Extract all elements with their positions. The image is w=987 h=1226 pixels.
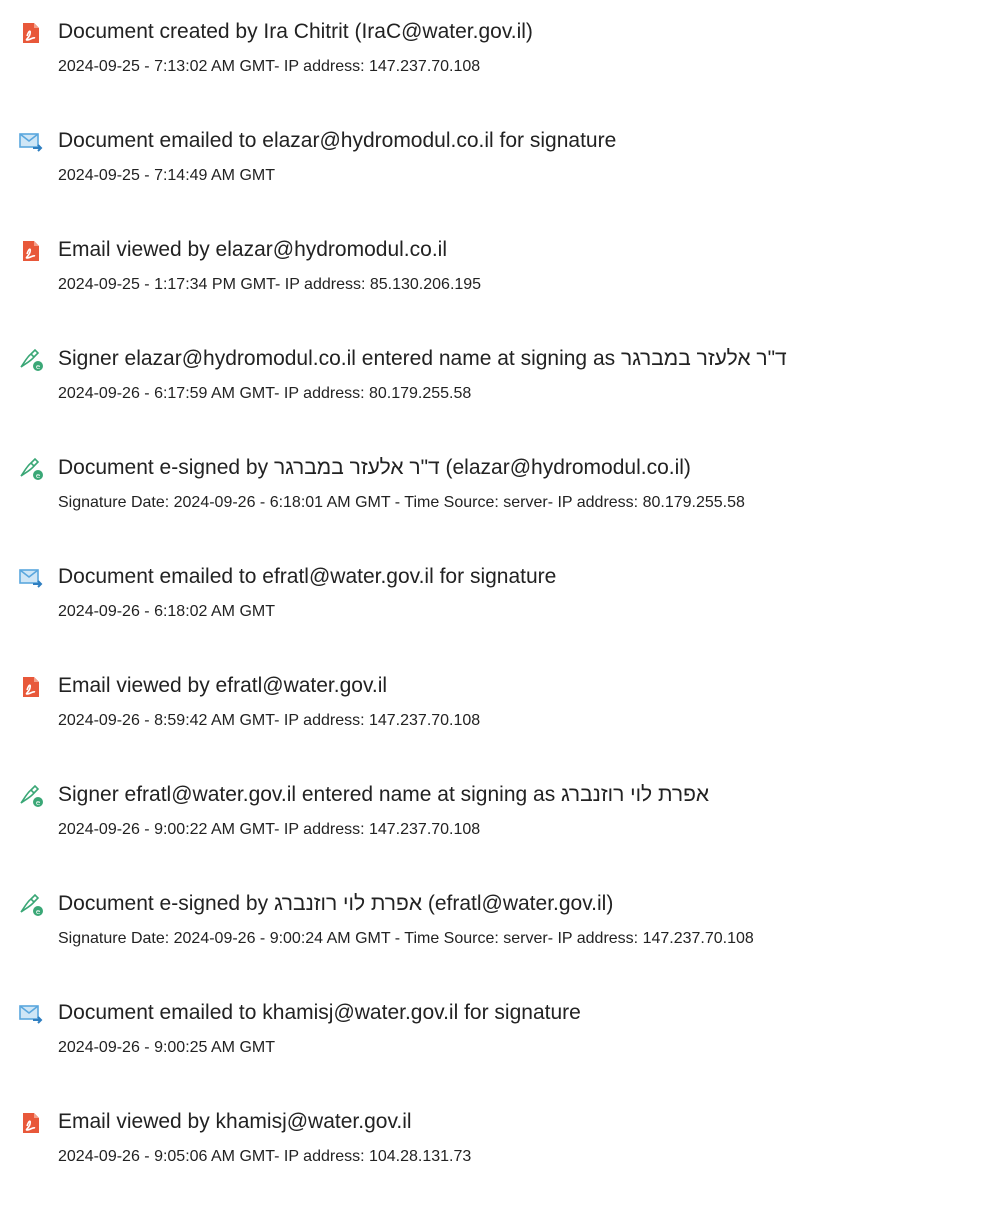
audit-event: Document emailed to khamisj@water.gov.il… <box>0 981 987 1081</box>
email-sent-icon <box>18 129 44 155</box>
event-title: Email viewed by elazar@hydromodul.co.il <box>58 238 447 261</box>
signer-name: ד"ר אלעזר במברגר <box>273 456 440 479</box>
event-title: Document emailed to khamisj@water.gov.il… <box>58 1001 581 1024</box>
event-timestamp: 2024-09-26 - 8:59:42 AM GMT- IP address:… <box>58 712 481 729</box>
event-title: Document emailed to efratl@water.gov.il … <box>58 565 557 588</box>
acrobat-document-icon <box>18 238 44 264</box>
svg-text:e: e <box>36 908 40 916</box>
event-title: Email viewed by khamisj@water.gov.il <box>58 1110 412 1133</box>
event-title-prefix: Document e-signed by <box>58 456 274 479</box>
event-title-suffix: (efratl@water.gov.il) <box>422 892 614 915</box>
svg-text:e: e <box>36 472 40 480</box>
svg-text:e: e <box>36 363 40 371</box>
svg-text:e: e <box>36 799 40 807</box>
event-timestamp: 2024-09-26 - 9:00:22 AM GMT- IP address:… <box>58 821 481 838</box>
audit-event: e Document e-signed by אפרת לוי רוזנברג … <box>0 872 987 972</box>
audit-event: Document emailed to elazar@hydromodul.co… <box>0 109 987 209</box>
event-timestamp: 2024-09-25 - 7:14:49 AM GMT <box>58 167 275 184</box>
event-title: Document e-signed by ד"ר אלעזר במברגר (e… <box>58 454 691 482</box>
event-timestamp: Signature Date: 2024-09-26 - 9:00:24 AM … <box>58 930 754 947</box>
event-timestamp: 2024-09-26 - 9:05:06 AM GMT- IP address:… <box>58 1148 472 1165</box>
event-title-prefix: Signer efratl@water.gov.il entered name … <box>58 783 562 806</box>
audit-event: Document created by Ira Chitrit (IraC@wa… <box>0 0 987 100</box>
event-title: Document created by Ira Chitrit (IraC@wa… <box>58 20 533 43</box>
audit-event: e Signer efratl@water.gov.il entered nam… <box>0 763 987 863</box>
esign-pen-icon: e <box>18 456 44 482</box>
acrobat-document-icon <box>18 20 44 46</box>
event-title: Signer elazar@hydromodul.co.il entered n… <box>58 345 787 373</box>
audit-event: Email viewed by elazar@hydromodul.co.il … <box>0 218 987 318</box>
audit-event: Email viewed by khamisj@water.gov.il 202… <box>0 1090 987 1190</box>
esign-pen-icon: e <box>18 783 44 809</box>
event-title: Signer efratl@water.gov.il entered name … <box>58 781 709 809</box>
event-timestamp: 2024-09-25 - 1:17:34 PM GMT- IP address:… <box>58 276 482 293</box>
event-title-suffix: (elazar@hydromodul.co.il) <box>439 456 691 479</box>
event-title-prefix: Signer elazar@hydromodul.co.il entered n… <box>58 347 621 370</box>
audit-event: e Signer elazar@hydromodul.co.il entered… <box>0 327 987 427</box>
event-timestamp: 2024-09-25 - 7:13:02 AM GMT- IP address:… <box>58 58 481 75</box>
email-sent-icon <box>18 1001 44 1027</box>
event-title: Document emailed to elazar@hydromodul.co… <box>58 129 617 152</box>
event-timestamp: Signature Date: 2024-09-26 - 6:18:01 AM … <box>58 494 745 511</box>
audit-event: Email viewed by efratl@water.gov.il 2024… <box>0 654 987 754</box>
event-title: Document e-signed by אפרת לוי רוזנברג (e… <box>58 890 613 918</box>
audit-event: e Document e-signed by ד"ר אלעזר במברגר … <box>0 436 987 536</box>
event-title: Email viewed by efratl@water.gov.il <box>58 674 388 697</box>
event-timestamp: 2024-09-26 - 6:18:02 AM GMT <box>58 603 275 620</box>
audit-event: Document emailed to efratl@water.gov.il … <box>0 545 987 645</box>
email-sent-icon <box>18 565 44 591</box>
esign-pen-icon: e <box>18 347 44 373</box>
acrobat-document-icon <box>18 674 44 700</box>
esign-pen-icon: e <box>18 892 44 918</box>
signer-name: אפרת לוי רוזנברג <box>561 783 710 806</box>
event-timestamp: 2024-09-26 - 9:00:25 AM GMT <box>58 1039 275 1056</box>
event-title-prefix: Document e-signed by <box>58 892 274 915</box>
event-timestamp: 2024-09-26 - 6:17:59 AM GMT- IP address:… <box>58 385 472 402</box>
signer-name: ד"ר אלעזר במברגר <box>620 347 787 370</box>
signer-name: אפרת לוי רוזנברג <box>273 892 422 915</box>
acrobat-document-icon <box>18 1110 44 1136</box>
